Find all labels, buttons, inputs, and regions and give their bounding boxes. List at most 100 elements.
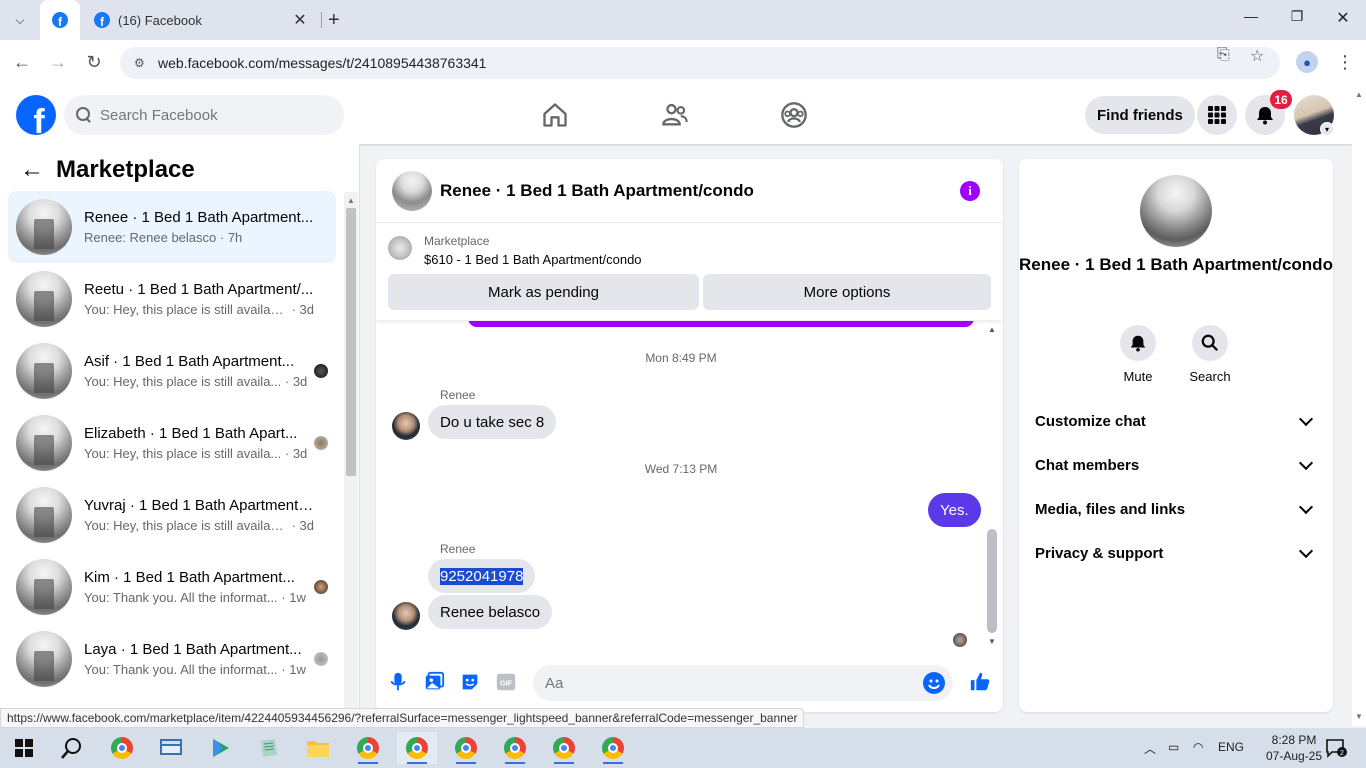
taskbar-chrome[interactable] [593, 732, 633, 764]
mark-as-pending-button[interactable]: Mark as pending [388, 274, 699, 310]
notification-center-button[interactable]: 2 [1318, 732, 1354, 764]
scrollbar-thumb[interactable] [346, 208, 356, 476]
tab-close-icon[interactable]: ✕ [292, 10, 308, 30]
pinned-tab-facebook[interactable]: f [40, 0, 80, 40]
install-app-icon[interactable]: ⎘ [1217, 46, 1230, 64]
scroll-up-arrow-icon[interactable]: ▲ [988, 325, 996, 334]
conversation-item[interactable]: Reetu · 1 Bed 1 Bath Apartment/... You: … [8, 263, 336, 335]
scroll-down-arrow-icon[interactable]: ▼ [988, 637, 996, 646]
message-input[interactable] [545, 674, 905, 692]
privacy-support-section[interactable]: Privacy & support [1035, 531, 1317, 575]
selected-text[interactable]: 9252041978 [440, 567, 524, 585]
customize-chat-section[interactable]: Customize chat [1035, 399, 1317, 443]
search-input[interactable] [100, 106, 320, 124]
chat-scrollbar[interactable]: ▲ ▼ [984, 321, 1000, 651]
timestamp: Wed 7:13 PM [644, 462, 718, 476]
message-bubble[interactable]: Do u take sec 8 [428, 405, 557, 439]
system-clock[interactable]: 8:28 PM 07-Aug-25 [1262, 732, 1326, 764]
tab-search-button[interactable]: ⌵ [8, 8, 32, 32]
taskbar-chrome[interactable] [544, 732, 584, 764]
media-files-links-section[interactable]: Media, files and links [1035, 487, 1317, 531]
home-icon[interactable] [541, 101, 569, 129]
message-bubble-outgoing[interactable]: Yes. [928, 493, 981, 527]
taskbar-chrome[interactable] [348, 732, 388, 764]
language-indicator[interactable]: ENG [1218, 740, 1244, 754]
listing-thumbnail[interactable] [388, 236, 412, 260]
taskbar-play-store[interactable] [201, 732, 241, 764]
scroll-up-arrow-icon[interactable]: ▲ [347, 196, 355, 205]
restore-button[interactable]: ❐ [1274, 8, 1320, 25]
url-text[interactable]: web.facebook.com/messages/t/241089544387… [158, 55, 486, 71]
friends-icon[interactable] [661, 101, 689, 129]
taskbar-chrome[interactable] [102, 732, 142, 764]
taskbar-app[interactable] [249, 732, 289, 764]
taskbar-chrome[interactable] [397, 732, 437, 764]
read-receipt-avatar [314, 652, 328, 666]
chat-title[interactable]: Renee · 1 Bed 1 Bath Apartment/condo [440, 181, 754, 201]
back-button[interactable]: ← [10, 52, 34, 73]
forward-button[interactable]: → [46, 52, 70, 73]
chat-avatar[interactable] [392, 170, 432, 211]
sender-avatar[interactable] [392, 602, 420, 630]
sender-avatar[interactable] [392, 412, 420, 440]
emoji-icon[interactable] [923, 672, 945, 694]
gif-icon[interactable]: GIF [495, 671, 517, 693]
chevron-down-icon[interactable]: ▾ [1320, 122, 1334, 136]
listing-thumbnail [16, 559, 72, 615]
facebook-search-box[interactable] [64, 95, 344, 135]
taskbar-chrome[interactable] [446, 732, 486, 764]
conversation-item[interactable]: Yuvraj · 1 Bed 1 Bath Apartment/... You:… [8, 479, 336, 551]
conversation-time: 3d [299, 302, 314, 317]
reload-button[interactable]: ↻ [82, 52, 106, 73]
scroll-up-arrow-icon[interactable]: ▲ [1355, 90, 1363, 99]
conversation-name: Kim · 1 Bed 1 Bath Apartment... [84, 569, 295, 586]
mute-button[interactable]: Mute [1108, 325, 1168, 384]
more-options-button[interactable]: More options [703, 274, 991, 310]
taskbar-file-explorer[interactable] [298, 732, 338, 764]
tray-expand-icon[interactable]: ︿ [1144, 740, 1156, 757]
site-info-icon[interactable]: ⚙ [134, 56, 150, 70]
scrollbar-thumb[interactable] [987, 529, 997, 633]
search-conversation-button[interactable]: Search [1180, 325, 1240, 384]
bookmark-star-icon[interactable]: ☆ [1250, 46, 1264, 66]
conversation-list-scrollbar[interactable]: ▲ [344, 192, 358, 710]
close-window-button[interactable]: ✕ [1320, 8, 1366, 28]
thumbs-up-icon[interactable] [969, 671, 991, 693]
wifi-icon[interactable]: ◠ [1193, 740, 1203, 754]
info-icon[interactable]: i [960, 181, 980, 201]
microphone-icon[interactable] [387, 671, 409, 693]
minimize-button[interactable]: — [1228, 8, 1274, 24]
contact-avatar[interactable] [1140, 175, 1212, 247]
listing-title[interactable]: $610 - 1 Bed 1 Bath Apartment/condo [424, 252, 642, 267]
conversation-name: Yuvraj · 1 Bed 1 Bath Apartment/... [84, 497, 314, 514]
browser-menu-icon[interactable]: ⋮ [1336, 52, 1354, 73]
tab-facebook[interactable]: f (16) Facebook ✕ [82, 0, 322, 40]
photo-icon[interactable] [423, 671, 445, 693]
find-friends-button[interactable]: Find friends [1085, 96, 1195, 134]
chat-members-section[interactable]: Chat members [1035, 443, 1317, 487]
taskbar-search-button[interactable] [52, 732, 92, 764]
start-button[interactable] [4, 732, 44, 764]
groups-icon[interactable] [780, 101, 808, 129]
message-bubble[interactable]: 9252041978 [428, 559, 536, 593]
taskbar-app[interactable] [151, 732, 191, 764]
conversation-item[interactable]: Laya · 1 Bed 1 Bath Apartment... You: Th… [8, 623, 336, 695]
facebook-logo-icon[interactable]: f [16, 95, 56, 135]
conversation-item[interactable]: Asif · 1 Bed 1 Bath Apartment... You: He… [8, 335, 336, 407]
scroll-down-arrow-icon[interactable]: ▼ [1355, 712, 1363, 721]
listing-thumbnail [16, 631, 72, 687]
menu-grid-button[interactable] [1197, 95, 1237, 135]
page-scrollbar[interactable]: ▲ ▼ [1352, 86, 1366, 726]
conversation-item[interactable]: Renee · 1 Bed 1 Bath Apartment... Renee:… [8, 191, 336, 263]
taskbar-chrome[interactable] [495, 732, 535, 764]
conversation-item[interactable]: Kim · 1 Bed 1 Bath Apartment... You: Tha… [8, 551, 336, 623]
back-arrow-icon[interactable]: ← [20, 156, 44, 184]
battery-icon[interactable]: ▭ [1168, 740, 1179, 754]
sticker-icon[interactable] [459, 671, 481, 693]
browser-profile-icon[interactable]: ● [1296, 51, 1318, 73]
conversation-item[interactable]: Elizabeth · 1 Bed 1 Bath Apart... You: H… [8, 407, 336, 479]
message-input-box[interactable] [533, 665, 953, 701]
message-bubble[interactable]: Renee belasco [428, 595, 553, 629]
address-bar[interactable]: ⚙ web.facebook.com/messages/t/2410895443… [120, 47, 1280, 79]
new-tab-button[interactable]: + [328, 9, 340, 32]
